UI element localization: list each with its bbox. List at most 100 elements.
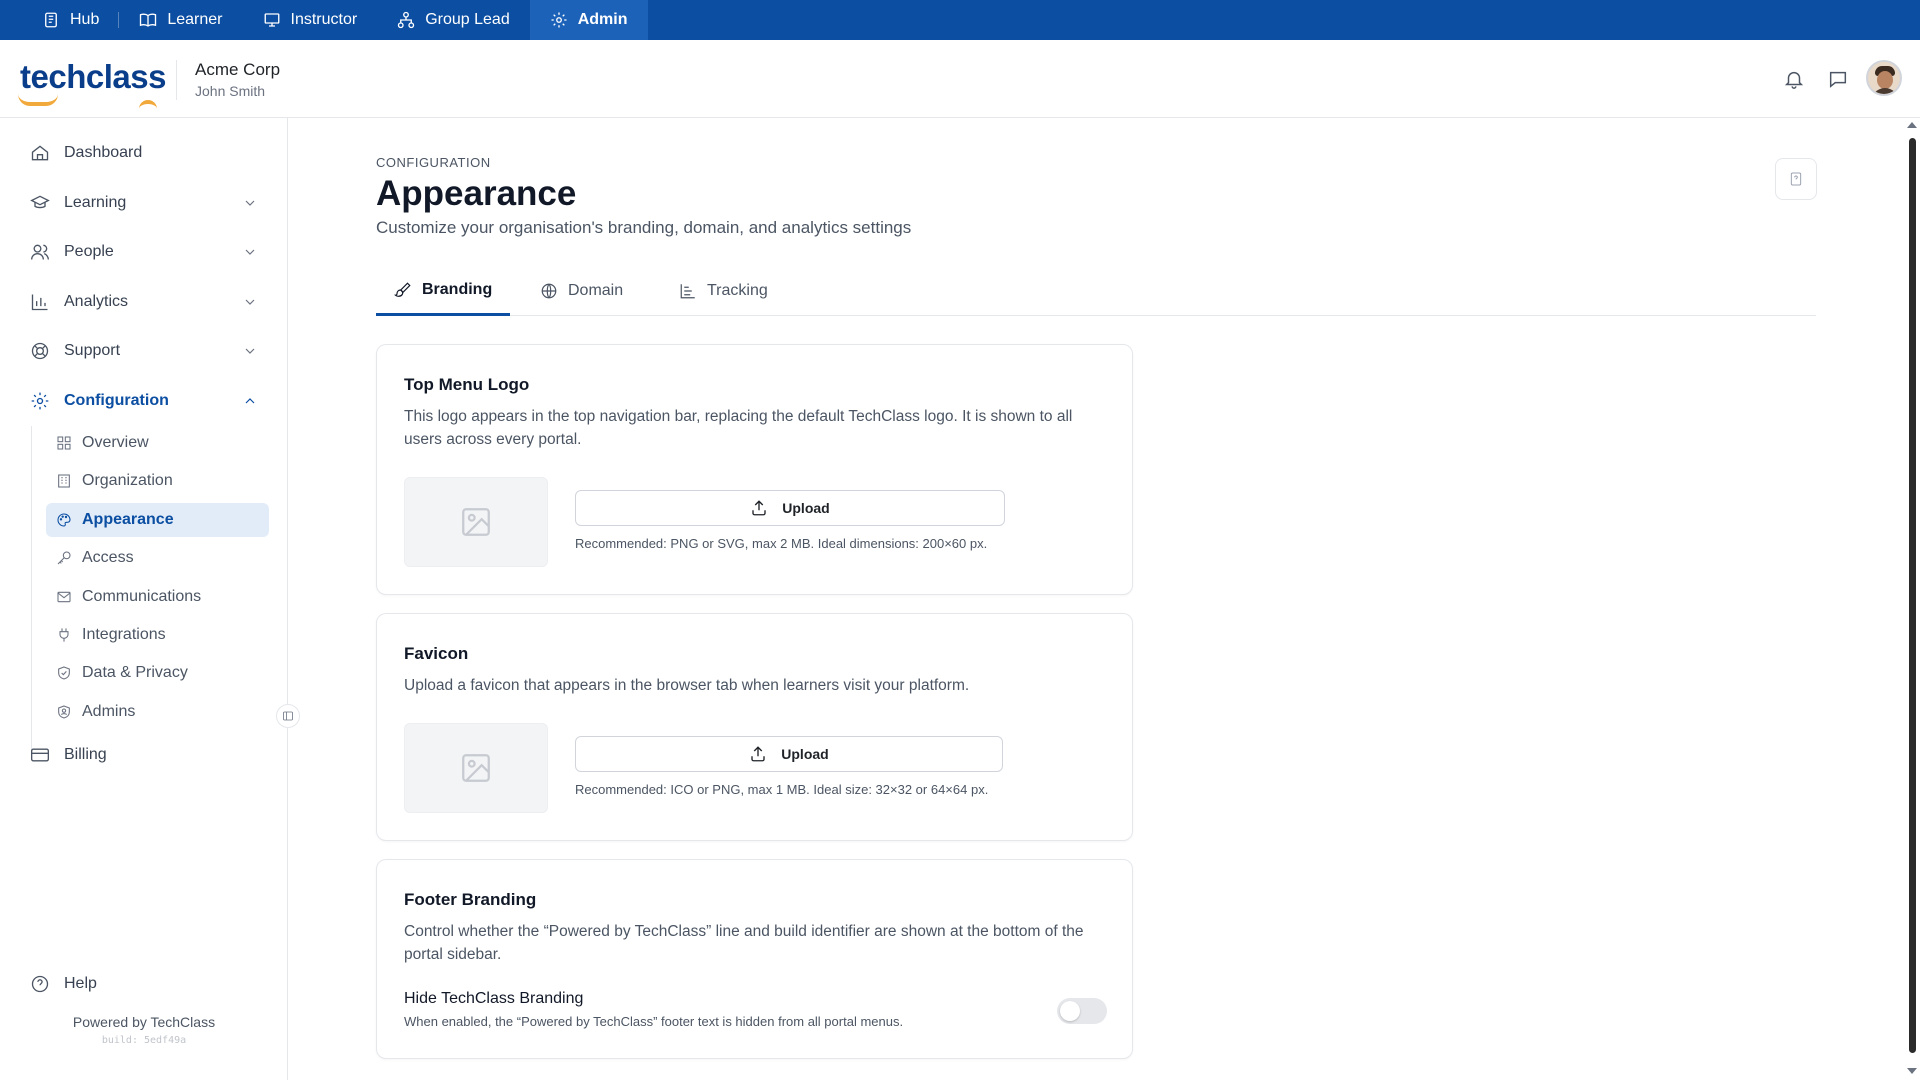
- portal-tab-group-lead[interactable]: Group Lead: [377, 0, 530, 40]
- sidebar-item-billing[interactable]: Billing: [30, 742, 258, 768]
- grid-icon: [57, 436, 71, 450]
- book-icon: [140, 13, 157, 27]
- card-description: This logo appears in the top navigation …: [404, 408, 1073, 448]
- page-subtitle: Customize your organisation's branding, …: [376, 218, 912, 237]
- hub-icon: [45, 12, 57, 28]
- notifications-button[interactable]: [1783, 68, 1805, 90]
- upload-logo-button[interactable]: Upload: [575, 490, 1005, 526]
- powered-by-text: Powered by TechClass: [72, 1014, 216, 1030]
- favicon-preview-placeholder: [404, 723, 548, 813]
- sidebar-subitem-label: Admins: [82, 703, 136, 720]
- image-placeholder-icon: [462, 508, 490, 536]
- portal-tab-label: Learner: [167, 11, 223, 28]
- chevron-down-icon: [245, 249, 255, 255]
- sidebar-item-label: Configuration: [64, 392, 169, 409]
- avatar[interactable]: [1866, 60, 1902, 96]
- chevron-down-icon: [245, 299, 255, 305]
- users-icon: [31, 244, 49, 260]
- card-title: Favicon: [404, 644, 469, 663]
- sidebar-subitem-data-privacy[interactable]: Data & Privacy: [46, 656, 269, 690]
- sidebar-subitem-organization[interactable]: Organization: [46, 464, 269, 498]
- avatar-body: [1871, 88, 1899, 94]
- card-title: Footer Branding: [404, 890, 537, 909]
- portal-tab-label: Group Lead: [425, 11, 510, 28]
- brush-icon: [394, 281, 411, 297]
- sidebar-subitem-access[interactable]: Access: [46, 541, 269, 575]
- help-circle-icon: [31, 975, 49, 993]
- chevron-up-icon: [245, 398, 255, 404]
- favicon-card: Favicon Upload a favicon that appears in…: [376, 613, 1133, 841]
- presentation-icon: [264, 13, 279, 27]
- page-scrollbar[interactable]: [1904, 118, 1920, 1080]
- lifebuoy-icon: [31, 342, 49, 360]
- sidebar-subitem-admins[interactable]: Admins: [46, 695, 269, 729]
- gear-icon: [31, 392, 49, 410]
- techclass-logo[interactable]: techclass: [20, 58, 166, 96]
- user-name: John Smith: [195, 83, 266, 99]
- hide-branding-label: Hide TechClass Branding: [404, 990, 584, 1007]
- portal-tab-label: Admin: [577, 11, 628, 28]
- logo-preview-placeholder: [404, 477, 548, 567]
- sidebar-item-people[interactable]: People: [30, 239, 258, 265]
- page-eyebrow: CONFIGURATION: [376, 155, 491, 170]
- upload-favicon-button[interactable]: Upload: [575, 736, 1003, 772]
- scroll-up-arrow[interactable]: [1907, 122, 1917, 128]
- portal-tab-hub[interactable]: Hub: [22, 0, 120, 40]
- admin-shield-icon: [58, 705, 70, 719]
- sidebar-collapse-icon: [283, 711, 293, 721]
- top-menu-logo-card: Top Menu Logo This logo appears in the t…: [376, 344, 1133, 595]
- sidebar-item-label: Analytics: [64, 293, 129, 310]
- toggle-knob: [1060, 1001, 1080, 1021]
- chevron-down-icon: [245, 348, 255, 354]
- messages-button[interactable]: [1827, 68, 1849, 90]
- sidebar-subitem-integrations[interactable]: Integrations: [46, 618, 269, 652]
- sidebar-subitem-communications[interactable]: Communications: [46, 580, 269, 614]
- image-placeholder-icon: [462, 754, 490, 782]
- sidebar-item-dashboard[interactable]: Dashboard: [30, 140, 258, 166]
- hide-branding-description: When enabled, the “Powered by TechClass”…: [404, 1014, 904, 1029]
- tab-branding[interactable]: Branding: [376, 266, 511, 316]
- subnav-guide-line: [31, 426, 32, 752]
- tab-tracking[interactable]: Tracking: [661, 266, 786, 316]
- tab-domain[interactable]: Domain: [522, 266, 641, 316]
- key-icon: [57, 551, 71, 565]
- upload-button-label: Upload: [782, 500, 830, 516]
- plug-icon: [59, 628, 69, 642]
- graduation-cap-icon: [30, 195, 50, 209]
- logo-swoosh: [18, 94, 58, 106]
- globe-icon: [541, 283, 557, 299]
- sidebar-subitem-appearance[interactable]: Appearance: [46, 503, 269, 537]
- tab-label: Branding: [422, 280, 493, 298]
- sidebar-item-analytics[interactable]: Analytics: [30, 289, 258, 315]
- scroll-down-arrow[interactable]: [1907, 1068, 1917, 1074]
- collapse-sidebar-button[interactable]: [276, 704, 300, 728]
- upload-icon: [751, 746, 765, 762]
- sidebar-item-learning[interactable]: Learning: [30, 190, 258, 216]
- card-title: Top Menu Logo: [404, 375, 530, 394]
- portal-tab-instructor[interactable]: Instructor: [243, 0, 378, 40]
- sidebar-subitem-label: Overview: [82, 434, 149, 451]
- credit-card-icon: [31, 748, 49, 762]
- org-name: Acme Corp: [195, 60, 281, 79]
- sidebar-subitem-overview[interactable]: Overview: [46, 426, 269, 460]
- palette-icon: [57, 513, 71, 527]
- portal-tab-admin[interactable]: Admin: [529, 0, 648, 40]
- app-header: techclass Acme Corp John Smith: [0, 40, 1920, 118]
- upload-hint: Recommended: ICO or PNG, max 1 MB. Ideal…: [575, 782, 989, 797]
- hide-branding-toggle[interactable]: [1057, 998, 1107, 1024]
- sidebar-item-support[interactable]: Support: [30, 338, 258, 364]
- scrollbar-thumb[interactable]: [1909, 138, 1916, 1053]
- help-doc-icon: [1790, 172, 1802, 186]
- bell-icon: [1784, 71, 1804, 89]
- gear-icon: [551, 12, 567, 28]
- sidebar-subitem-label: Access: [82, 549, 134, 566]
- portal-tab-learner[interactable]: Learner: [119, 0, 242, 40]
- card-description: Control whether the “Powered by TechClas…: [404, 923, 1084, 963]
- chevron-down-icon: [245, 200, 255, 206]
- sidebar-item-configuration[interactable]: Configuration: [30, 388, 258, 414]
- sidebar-subitem-label: Integrations: [82, 626, 166, 643]
- sidebar-item-help[interactable]: Help: [30, 971, 258, 997]
- page-help-button[interactable]: [1775, 158, 1817, 200]
- portal-switcher-bar: Hub Learner Instructor Group Lead Admin: [0, 0, 1920, 40]
- upload-icon: [752, 500, 766, 516]
